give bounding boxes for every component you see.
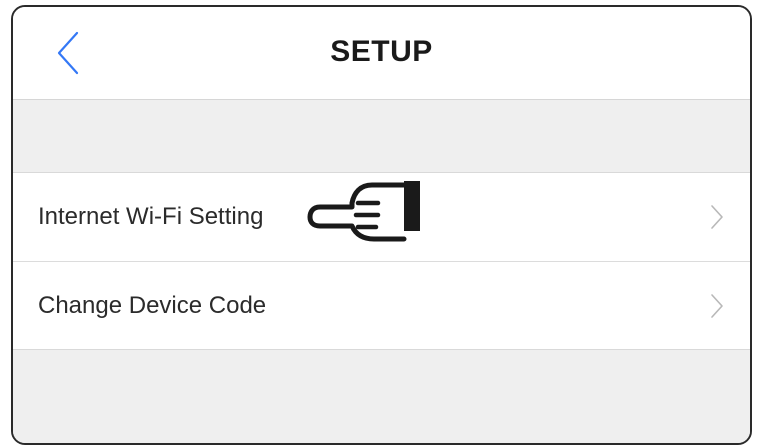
chevron-right-icon — [711, 205, 723, 229]
page-title: SETUP — [330, 35, 433, 68]
menu-item-label: Internet Wi-Fi Setting — [38, 203, 264, 230]
pointing-hand-icon — [307, 181, 420, 242]
navigation-bar: SETUP — [13, 7, 750, 100]
menu-item-change-device-code[interactable]: Change Device Code — [13, 261, 750, 350]
group-spacer-bottom — [13, 349, 750, 443]
group-spacer-top — [13, 100, 750, 173]
menu-item-label: Change Device Code — [38, 292, 267, 319]
phone-screen: SETUP Internet Wi-Fi Setting Change Devi… — [11, 5, 752, 445]
chevron-right-icon — [711, 294, 723, 318]
